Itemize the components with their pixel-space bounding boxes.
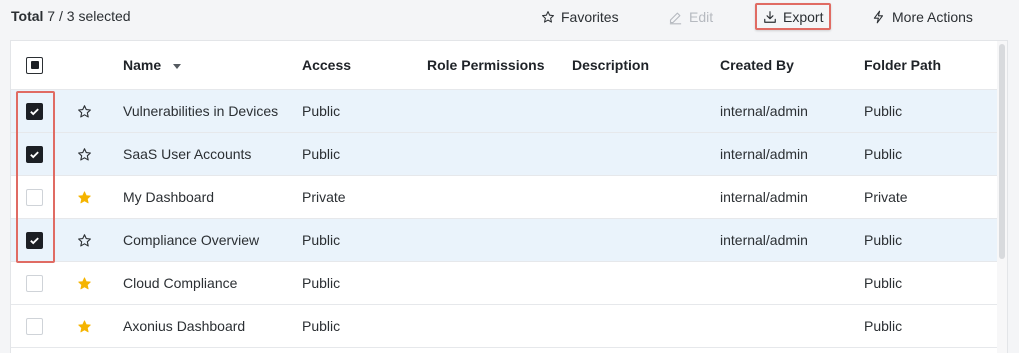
row-checkbox-cell [26, 90, 43, 132]
row-checkbox-cell [26, 262, 43, 304]
selection-summary: Total 7 / 3 selected [11, 8, 131, 24]
star-outline-icon [78, 233, 91, 246]
star-outline-icon [78, 104, 91, 117]
vertical-scrollbar[interactable] [997, 41, 1007, 353]
table-row[interactable]: SaaS User Accounts Public internal/admin… [11, 133, 999, 176]
checkmark-icon [30, 107, 39, 115]
checkmark-icon [30, 236, 39, 244]
row-access: Public [302, 103, 341, 119]
column-header-role-permissions[interactable]: Role Permissions [427, 41, 545, 89]
row-checkbox[interactable] [26, 317, 43, 335]
star-filled-icon [78, 319, 91, 332]
row-created-by: internal/admin [720, 146, 808, 162]
favorites-button[interactable]: Favorites [535, 5, 625, 29]
row-checkbox-cell [26, 219, 43, 261]
favorite-toggle[interactable] [77, 176, 92, 218]
row-created-by: internal/admin [720, 232, 808, 248]
row-name[interactable]: Axonius Dashboard [123, 305, 245, 347]
row-folder-path: Public [864, 232, 903, 248]
column-header-name-label: Name [123, 57, 162, 73]
favorites-label: Favorites [561, 9, 619, 25]
row-checkbox[interactable] [26, 145, 43, 163]
star-filled-icon [78, 276, 91, 289]
column-header-access[interactable]: Access [302, 41, 351, 89]
selected-count: / 3 selected [58, 8, 131, 24]
row-access: Public [302, 232, 341, 248]
dashboards-table: Name Access Role Permissions Description… [10, 40, 1008, 353]
row-created-by: internal/admin [720, 189, 808, 205]
row-checkbox-cell [26, 176, 43, 218]
header-select-all-cell [26, 41, 43, 89]
table-row[interactable]: Cloud Compliance Public Public [11, 262, 999, 305]
table-row[interactable]: Axonius Dashboard Public Public [11, 305, 999, 348]
table-header: Name Access Role Permissions Description… [11, 41, 999, 90]
total-label: Total [11, 8, 44, 24]
row-checkbox[interactable] [26, 102, 43, 120]
lightning-icon [873, 10, 884, 24]
column-header-name[interactable]: Name [123, 41, 182, 89]
row-checkbox[interactable] [26, 274, 43, 292]
table-row[interactable]: My Dashboard Private internal/admin Priv… [11, 176, 999, 219]
row-checkbox-cell [26, 133, 43, 175]
row-checkbox[interactable] [26, 188, 43, 206]
more-actions-label: More Actions [892, 9, 973, 25]
row-access: Public [302, 275, 341, 291]
row-access: Private [302, 189, 346, 205]
row-name[interactable]: SaaS User Accounts [123, 133, 251, 175]
row-name[interactable]: Compliance Overview [123, 219, 259, 261]
pencil-icon [669, 12, 682, 24]
row-folder-path: Public [864, 275, 903, 291]
column-header-description[interactable]: Description [572, 41, 649, 89]
column-header-created-by[interactable]: Created By [720, 41, 794, 89]
toolbar: Total 7 / 3 selected Favorites Edit Expo… [0, 0, 1019, 34]
favorite-toggle[interactable] [77, 262, 92, 304]
scrollbar-thumb[interactable] [999, 44, 1005, 259]
table-row[interactable]: Vulnerabilities in Devices Public intern… [11, 90, 999, 133]
favorite-toggle[interactable] [77, 133, 92, 175]
favorite-toggle[interactable] [77, 219, 92, 261]
edit-label: Edit [689, 9, 714, 25]
row-checkbox[interactable] [26, 231, 43, 249]
download-icon [764, 10, 776, 23]
table-row[interactable]: Compliance Overview Public internal/admi… [11, 219, 999, 262]
row-folder-path: Public [864, 146, 903, 162]
row-access: Public [302, 146, 341, 162]
star-outline-icon [541, 11, 555, 23]
row-name[interactable]: Cloud Compliance [123, 262, 237, 304]
favorite-toggle[interactable] [77, 90, 92, 132]
star-outline-icon [78, 147, 91, 160]
row-created-by: internal/admin [720, 103, 808, 119]
row-folder-path: Private [864, 189, 908, 205]
more-actions-button[interactable]: More Actions [866, 5, 979, 29]
checkmark-icon [30, 150, 39, 158]
row-checkbox-cell [26, 305, 43, 347]
row-access: Public [302, 318, 341, 334]
favorite-toggle[interactable] [77, 305, 92, 347]
sort-desc-icon [173, 64, 182, 69]
row-name[interactable]: Vulnerabilities in Devices [123, 90, 278, 132]
star-filled-icon [78, 190, 91, 203]
row-folder-path: Public [864, 103, 903, 119]
column-header-folder-path[interactable]: Folder Path [864, 41, 941, 89]
export-button[interactable]: Export [755, 3, 832, 30]
total-count: 7 [47, 8, 56, 24]
export-label: Export [783, 8, 824, 25]
select-all-checkbox[interactable] [26, 56, 43, 74]
row-name[interactable]: My Dashboard [123, 176, 214, 218]
row-folder-path: Public [864, 318, 903, 334]
edit-button[interactable]: Edit [662, 5, 719, 29]
